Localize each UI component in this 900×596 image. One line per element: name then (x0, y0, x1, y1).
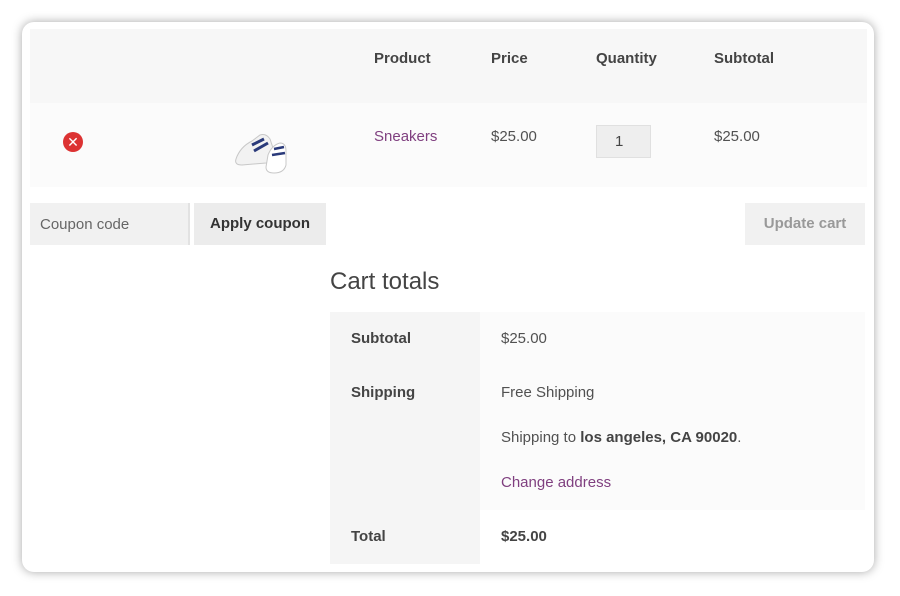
coupon-code-input[interactable] (30, 203, 190, 245)
cart-card: Product Price Quantity Subtotal ✕ Sneake… (22, 22, 874, 572)
product-link[interactable]: Sneakers (374, 128, 437, 145)
price-column-header: Price (491, 50, 528, 67)
subtotal-value: $25.00 (501, 330, 547, 347)
product-price: $25.00 (491, 128, 537, 145)
subtotal-column-header: Subtotal (714, 50, 774, 67)
shipping-destination: Shipping to los angeles, CA 90020. (501, 429, 741, 446)
shipping-to-suffix: . (737, 429, 742, 446)
shipping-address: los angeles, CA 90020 (580, 429, 738, 446)
update-cart-button[interactable]: Update cart (745, 203, 865, 245)
shipping-method: Free Shipping (501, 384, 595, 401)
total-label: Total (351, 528, 386, 545)
product-column-header: Product (374, 50, 431, 67)
remove-item-icon[interactable]: ✕ (63, 132, 83, 152)
product-subtotal: $25.00 (714, 128, 760, 145)
quantity-input[interactable] (596, 125, 651, 158)
shipping-to-prefix: Shipping to (501, 429, 581, 446)
subtotal-label: Subtotal (351, 330, 411, 347)
quantity-column-header: Quantity (596, 50, 657, 67)
total-value: $25.00 (501, 528, 547, 545)
apply-coupon-button[interactable]: Apply coupon (194, 203, 326, 245)
shipping-label: Shipping (351, 384, 416, 401)
table-row (30, 103, 867, 187)
sneakers-thumbnail[interactable] (230, 121, 290, 175)
change-address-link[interactable]: Change address (501, 474, 611, 491)
cart-totals-title: Cart totals (330, 268, 440, 295)
